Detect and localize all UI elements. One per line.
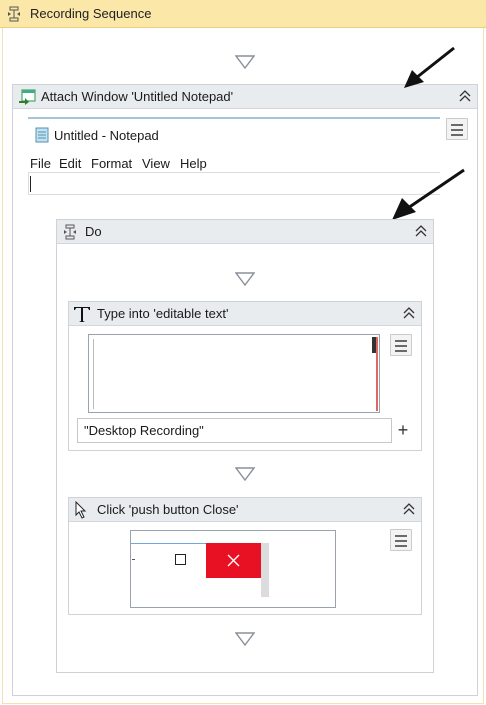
notepad-edit-area[interactable] [28, 172, 440, 195]
attach-window-header[interactable]: Attach Window 'Untitled Notepad' [13, 85, 477, 109]
type-into-header[interactable]: Type into 'editable text' [69, 302, 421, 326]
menu-format[interactable]: Format [91, 156, 132, 171]
attach-window-title: Attach Window 'Untitled Notepad' [41, 89, 234, 104]
drop-target-triangle-icon[interactable] [235, 467, 255, 481]
sequence-icon [8, 6, 20, 22]
sequence-header[interactable]: Recording Sequence [0, 0, 486, 28]
type-into-icon [74, 307, 90, 322]
window-preview-border [28, 117, 440, 119]
plus-button[interactable]: + [393, 420, 413, 442]
notepad-icon [35, 127, 49, 143]
close-button-screenshot [130, 530, 336, 608]
menu-edit[interactable]: Edit [59, 156, 81, 171]
menu-help[interactable]: Help [180, 156, 207, 171]
drop-target-triangle-icon[interactable] [235, 55, 255, 69]
do-title: Do [85, 224, 102, 239]
sequence-title: Recording Sequence [30, 6, 152, 21]
menu-view[interactable]: View [142, 156, 170, 171]
attach-menu-button[interactable] [446, 118, 468, 140]
hamburger-icon [451, 124, 463, 126]
chevron-double-up-icon[interactable] [414, 224, 428, 238]
drop-target-triangle-icon[interactable] [235, 632, 255, 646]
chevron-double-up-icon[interactable] [402, 306, 416, 320]
chevron-double-up-icon[interactable] [402, 502, 416, 516]
chevron-double-up-icon[interactable] [458, 89, 472, 103]
click-header[interactable]: Click 'push button Close' [69, 498, 421, 522]
notepad-window-title: Untitled - Notepad [54, 128, 159, 143]
do-header[interactable]: Do [57, 220, 433, 244]
close-button-preview [206, 543, 261, 578]
editable-text-screenshot [88, 334, 380, 413]
type-into-menu-button[interactable] [390, 334, 412, 356]
close-icon [227, 554, 240, 567]
attach-window-icon [19, 89, 36, 105]
sequence-icon [64, 224, 76, 240]
click-title: Click 'push button Close' [97, 502, 239, 517]
menu-file[interactable]: File [30, 156, 51, 171]
text-to-type-input[interactable]: "Desktop Recording" [77, 418, 392, 443]
type-into-title: Type into 'editable text' [97, 306, 229, 321]
hamburger-icon [395, 535, 407, 537]
drop-target-triangle-icon[interactable] [235, 272, 255, 286]
hamburger-icon [395, 340, 407, 342]
cursor-icon [75, 501, 87, 519]
maximize-icon [175, 554, 186, 565]
click-menu-button[interactable] [390, 529, 412, 551]
text-caret [30, 176, 31, 192]
